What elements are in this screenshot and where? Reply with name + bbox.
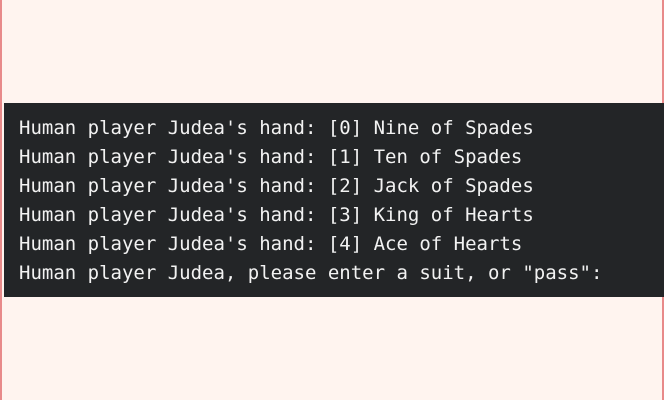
hand-line-2: Human player Judea's hand: [2] Jack of S… [19,175,534,197]
hand-line-4: Human player Judea's hand: [4] Ace of He… [19,233,523,255]
suit-prompt-line[interactable]: Human player Judea, please enter a suit,… [19,259,664,288]
page: { "terminal": { "lines": [ "Human player… [0,0,664,400]
hand-line-1: Human player Judea's hand: [1] Ten of Sp… [19,146,523,168]
terminal-output: Human player Judea's hand: [0] Nine of S… [4,103,664,297]
hand-line-0: Human player Judea's hand: [0] Nine of S… [19,117,534,139]
hand-line-3: Human player Judea's hand: [3] King of H… [19,204,534,226]
